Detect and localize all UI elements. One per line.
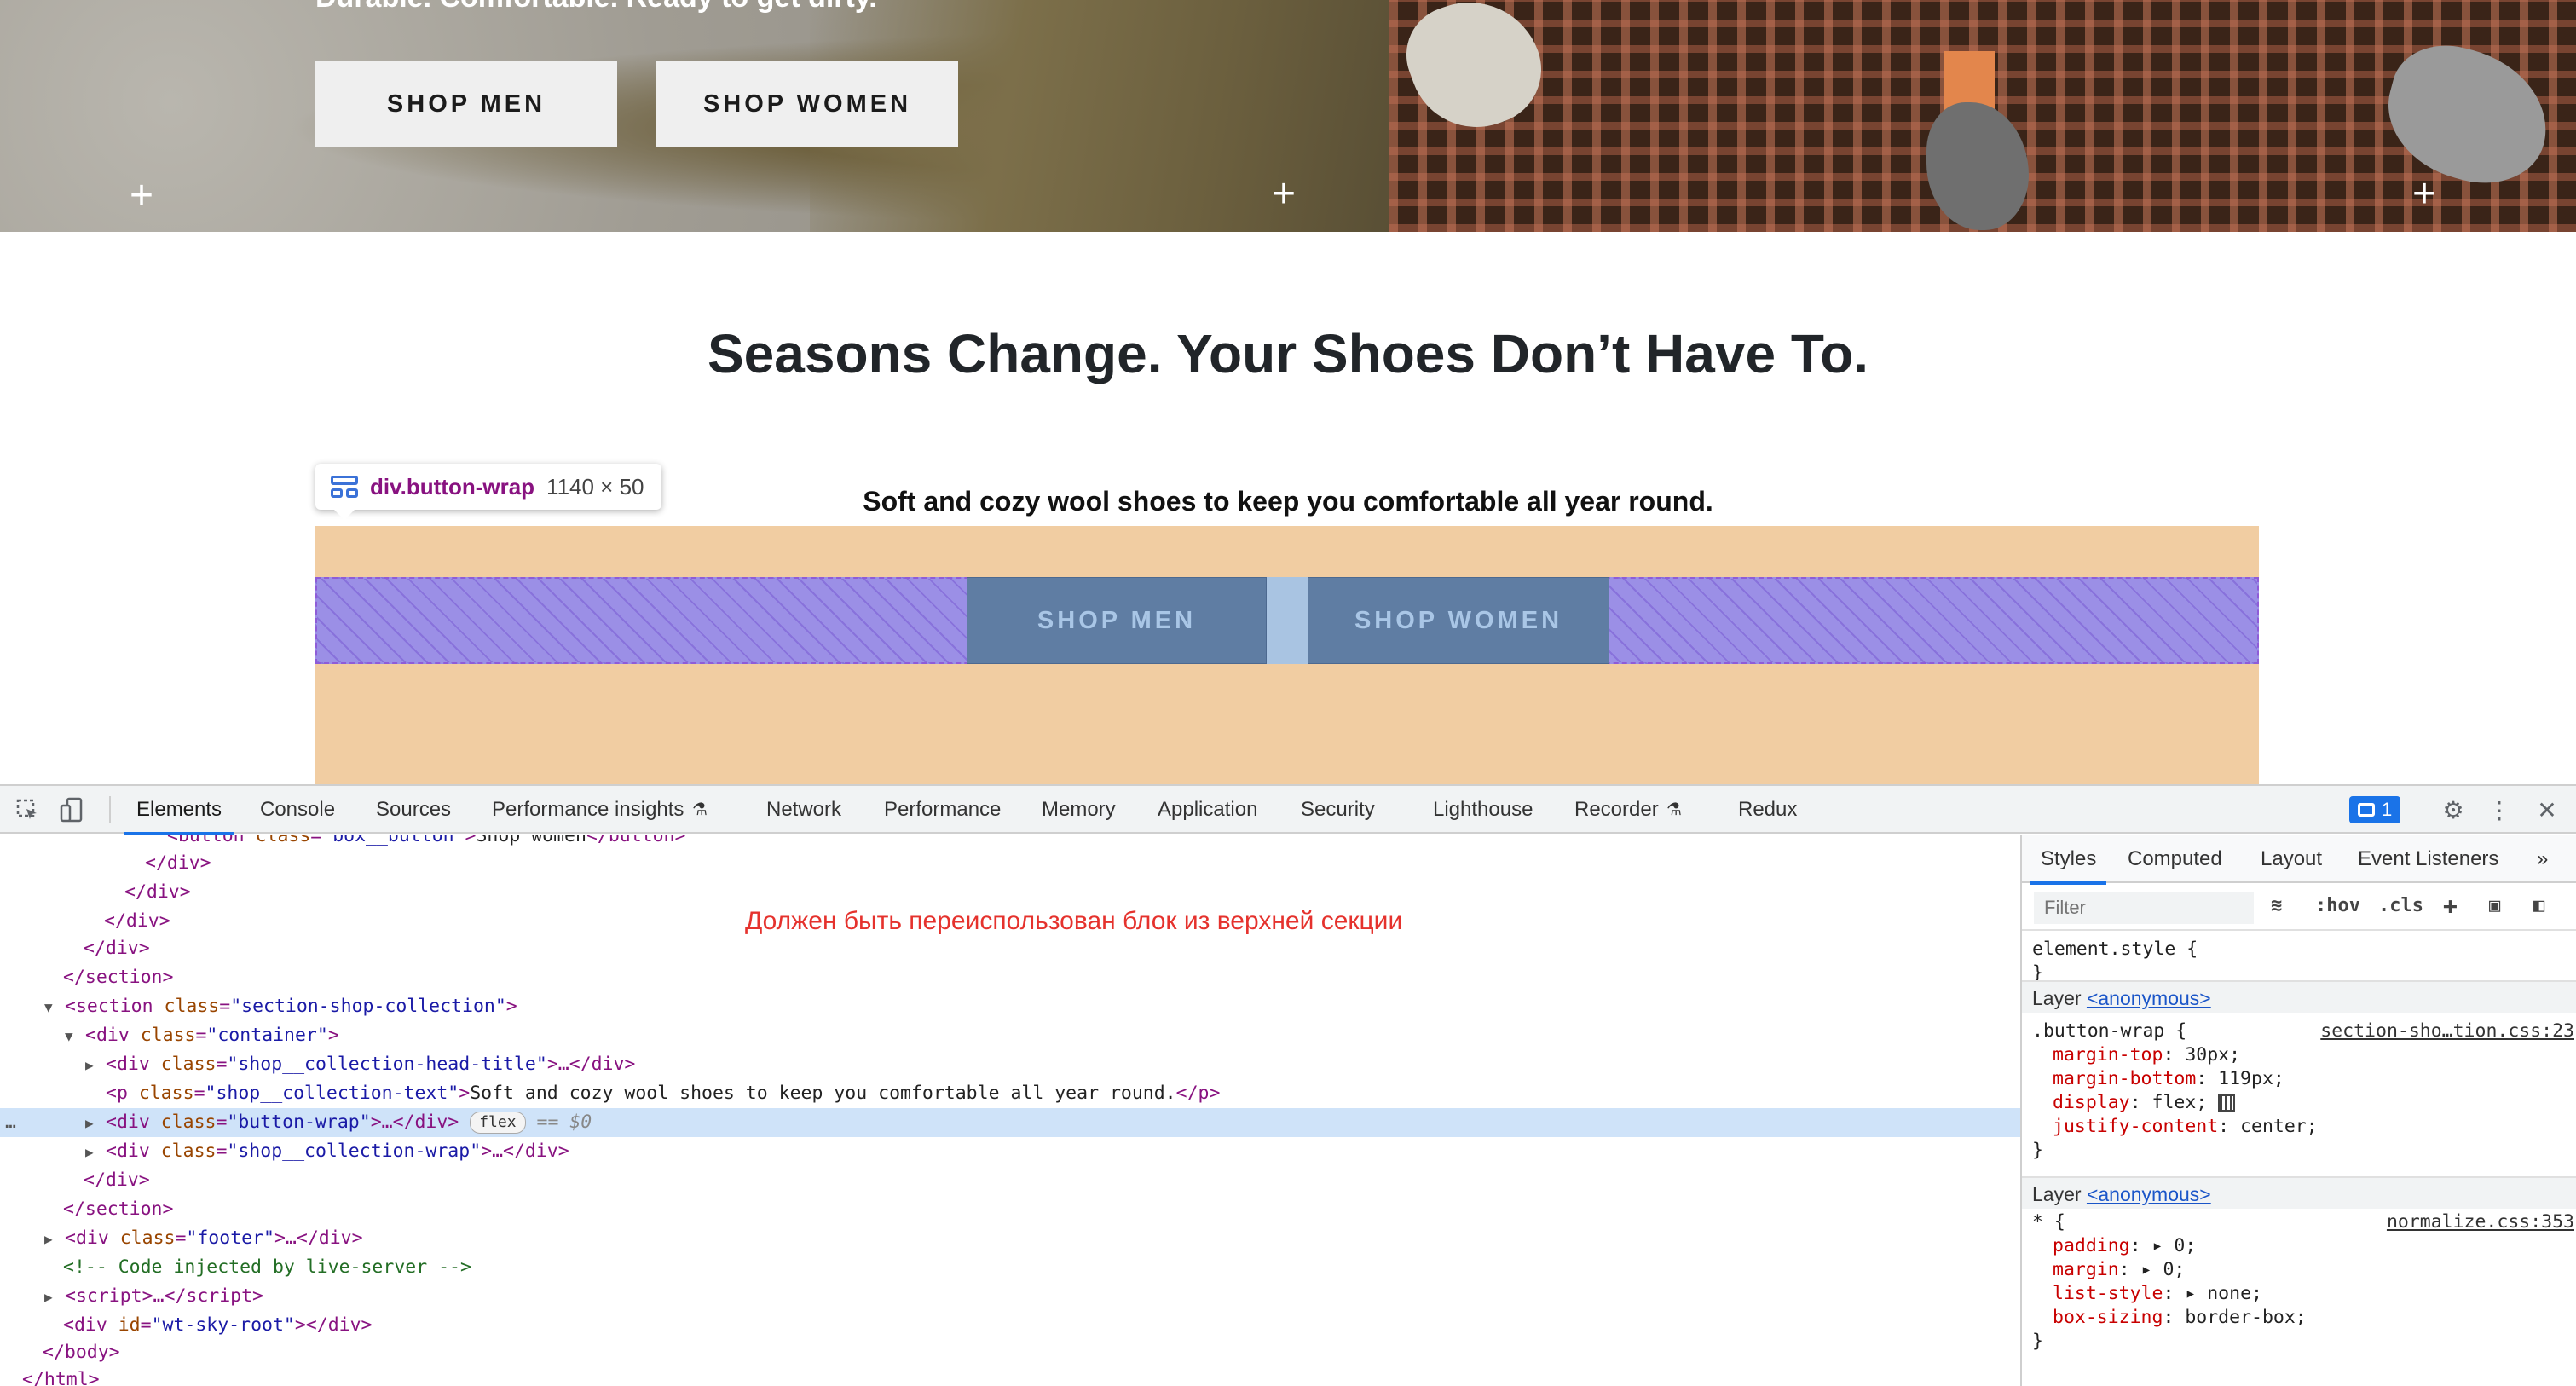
- rule-selector[interactable]: .button-wrap {: [2032, 1019, 2186, 1043]
- rule-close: }: [2032, 1140, 2043, 1161]
- dom-node[interactable]: </section>: [0, 1195, 2020, 1224]
- shop-men-button-overlay[interactable]: SHOP MEN: [967, 577, 1267, 664]
- dom-node[interactable]: </section>: [0, 963, 2020, 992]
- shop-women-button[interactable]: SHOP WOMEN: [656, 61, 958, 147]
- dom-comment[interactable]: <!-- Code injected by live-server -->: [0, 1253, 2020, 1282]
- tab-computed[interactable]: Computed: [2128, 835, 2222, 883]
- css-declaration[interactable]: display: flex;: [2053, 1091, 2236, 1115]
- issues-badge[interactable]: 1: [2349, 796, 2401, 823]
- sparkle-icon: +: [130, 173, 154, 218]
- shop-women-button-overlay[interactable]: SHOP WOMEN: [1308, 577, 1609, 664]
- layer-link[interactable]: <anonymous>: [2087, 1183, 2211, 1205]
- sparkle-icon: +: [1272, 171, 1297, 217]
- inspector-tooltip: div.button-wrap 1140 × 50: [315, 464, 661, 520]
- tab-performance-insights[interactable]: Performance insights: [492, 786, 684, 834]
- css-declaration[interactable]: margin: ▸ 0;: [2053, 1258, 2185, 1282]
- styles-tabs: Styles Computed Layout Event Listeners »: [2022, 835, 2576, 885]
- tooltip-element-size: 1140 × 50: [546, 473, 644, 500]
- hero-banner: + + + Durable. Comfortable. Ready to get…: [0, 0, 2576, 232]
- layer-header: Layer <anonymous>: [2022, 980, 2576, 1013]
- issues-count: 1: [2382, 799, 2393, 820]
- tab-network[interactable]: Network: [766, 786, 841, 834]
- styles-pane: Styles Computed Layout Event Listeners »…: [2020, 835, 2576, 1386]
- cls-toggle[interactable]: .cls: [2378, 895, 2423, 916]
- tab-recorder[interactable]: Recorder: [1574, 786, 1659, 834]
- message-icon: [2358, 803, 2375, 817]
- tab-performance[interactable]: Performance: [884, 786, 1001, 834]
- dom-node[interactable]: </html>: [0, 1366, 2020, 1386]
- rule-source-link[interactable]: normalize.css:353: [2387, 1210, 2574, 1234]
- tab-elements[interactable]: Elements: [124, 786, 234, 835]
- devtools-panel: Elements Console Sources Performance ins…: [0, 784, 2576, 1386]
- tab-application[interactable]: Application: [1158, 786, 1257, 834]
- more-tabs-icon[interactable]: »: [2537, 835, 2548, 883]
- tab-layout[interactable]: Layout: [2261, 835, 2322, 883]
- shop-men-button[interactable]: SHOP MEN: [315, 61, 617, 147]
- css-declaration[interactable]: justify-content: center;: [2053, 1115, 2318, 1139]
- highlight-gap: [1265, 577, 1308, 664]
- device-toggle-icon[interactable]: [56, 794, 87, 825]
- dom-node-section[interactable]: ▼ <section class="section-shop-collection…: [0, 992, 2020, 1021]
- css-declaration[interactable]: list-style: ▸ none;: [2053, 1282, 2262, 1306]
- red-annotation: Должен быть переиспользован блок из верх…: [745, 907, 1403, 935]
- dom-node[interactable]: </div>: [0, 878, 2020, 907]
- paint-icon[interactable]: ▣: [2489, 895, 2500, 916]
- flask-icon: ⚗: [1666, 800, 1682, 819]
- styles-filter-input[interactable]: [2034, 892, 2254, 924]
- tab-redux[interactable]: Redux: [1738, 786, 1797, 834]
- inspect-element-icon[interactable]: [12, 794, 43, 825]
- rule-selector[interactable]: * {: [2032, 1210, 2065, 1234]
- toggle-icon[interactable]: ≋: [2271, 895, 2282, 916]
- hero-tagline: Durable. Comfortable. Ready to get dirty…: [315, 0, 877, 14]
- dom-node[interactable]: </div>: [0, 934, 2020, 963]
- devtools-toolbar: Elements Console Sources Performance ins…: [0, 786, 2576, 835]
- dom-node[interactable]: ▶ <div class="footer">…</div>: [0, 1224, 2020, 1253]
- styles-filter-row: ≋ :hov .cls + ▣ ◧: [2022, 885, 2576, 931]
- css-declaration[interactable]: padding: ▸ 0;: [2053, 1234, 2196, 1258]
- tab-sources[interactable]: Sources: [376, 786, 451, 834]
- flex-badge[interactable]: flex: [470, 1112, 526, 1134]
- dom-node[interactable]: ▶ <div class="shop__collection-head-title…: [0, 1050, 2020, 1079]
- flexbox-editor-icon[interactable]: [2218, 1094, 2236, 1112]
- rule-source-link[interactable]: section-sho…tion.css:23: [2320, 1019, 2574, 1043]
- dom-node[interactable]: </div>: [0, 1166, 2020, 1195]
- toolbar-divider: [109, 796, 111, 823]
- layer-label: Layer: [2032, 1183, 2082, 1205]
- css-declaration[interactable]: margin-bottom: 119px;: [2053, 1067, 2284, 1091]
- dom-node[interactable]: ▶ <script>…</script>: [0, 1282, 2020, 1311]
- css-declaration[interactable]: margin-top: 30px;: [2053, 1043, 2240, 1067]
- close-icon[interactable]: ✕: [2532, 794, 2562, 825]
- sidebar-toggle-icon[interactable]: ◧: [2533, 895, 2544, 916]
- flask-icon: ⚗: [692, 800, 708, 819]
- layer-header: Layer <anonymous>: [2022, 1176, 2576, 1209]
- dom-node[interactable]: </div>: [0, 849, 2020, 878]
- tab-memory[interactable]: Memory: [1042, 786, 1116, 834]
- tab-security[interactable]: Security: [1301, 786, 1375, 834]
- rule-close: }: [2032, 1331, 2043, 1352]
- dom-node-container[interactable]: ▼ <div class="container">: [0, 1021, 2020, 1050]
- flex-layout-icon: [331, 476, 358, 498]
- dom-node[interactable]: <div id="wt-sky-root"></div>: [0, 1311, 2020, 1340]
- settings-gear-icon[interactable]: ⚙: [2438, 794, 2469, 825]
- dom-node[interactable]: ▶ <div class="shop__collection-wrap">…</d…: [0, 1137, 2020, 1166]
- tab-console[interactable]: Console: [260, 786, 335, 834]
- tab-styles[interactable]: Styles: [2030, 835, 2107, 885]
- hov-toggle[interactable]: :hov: [2315, 895, 2360, 916]
- tab-lighthouse[interactable]: Lighthouse: [1433, 786, 1533, 834]
- add-rule-icon[interactable]: +: [2443, 892, 2458, 920]
- elements-tree: <button class="box__button">Shop women</…: [0, 835, 2020, 1386]
- css-declaration[interactable]: box-sizing: border-box;: [2053, 1306, 2307, 1330]
- dom-node[interactable]: </body>: [0, 1338, 2020, 1367]
- tab-event-listeners[interactable]: Event Listeners: [2358, 835, 2498, 883]
- dom-node[interactable]: <p class="shop__collection-text">Soft an…: [0, 1079, 2020, 1108]
- element-style-selector[interactable]: element.style {: [2032, 938, 2198, 962]
- layer-link[interactable]: <anonymous>: [2087, 987, 2211, 1009]
- tooltip-element-name: div.button-wrap: [370, 473, 535, 500]
- layer-label: Layer: [2032, 987, 2082, 1009]
- section-title: Seasons Change. Your Shoes Don’t Have To…: [707, 323, 1869, 384]
- dom-node-button-wrap[interactable]: … ▶ <div class="button-wrap">…</div> flex …: [0, 1108, 2020, 1137]
- more-options-icon[interactable]: ⋮: [2484, 794, 2515, 825]
- sparkle-icon: +: [2412, 171, 2437, 217]
